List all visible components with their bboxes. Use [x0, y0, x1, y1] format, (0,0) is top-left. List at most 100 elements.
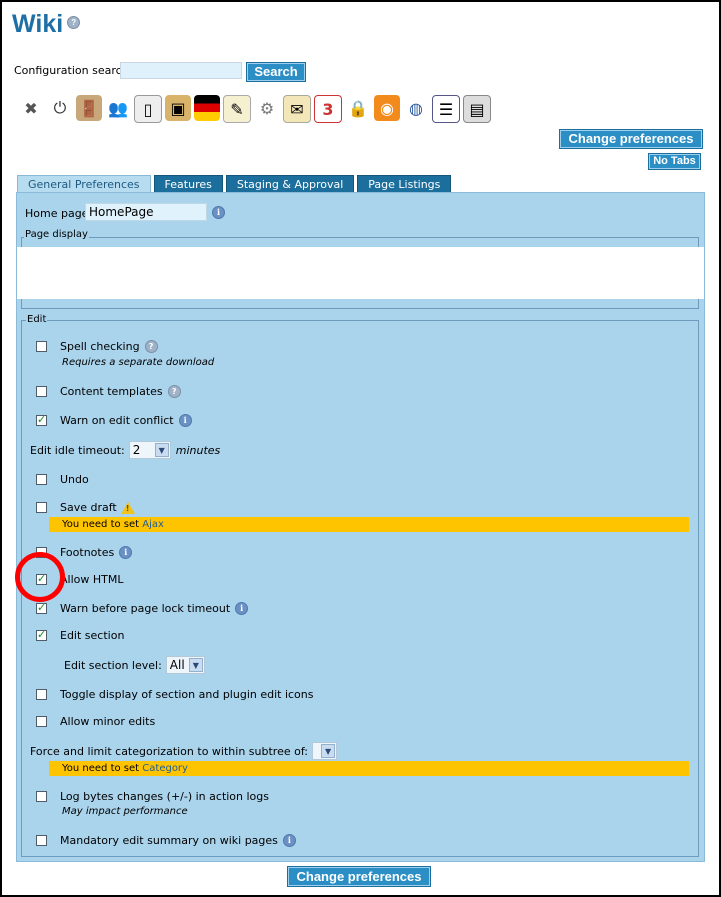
edit-idle-timeout-value: 2 — [132, 443, 141, 457]
allow-minor-label: Allow minor edits — [60, 715, 156, 728]
warn-page-lock-row: Warn before page lock timeout i — [36, 601, 249, 615]
change-preferences-button-bottom[interactable]: Change preferences — [287, 866, 431, 887]
tab-page-listings[interactable]: Page Listings — [357, 175, 452, 193]
edit-idle-timeout-unit: minutes — [175, 443, 221, 457]
spell-checking-note: Requires a separate download — [62, 357, 215, 368]
save-draft-warning-text: You need to set — [62, 519, 140, 530]
warn-page-lock-checkbox[interactable] — [36, 601, 47, 614]
category-warning-text: You need to set — [62, 763, 140, 774]
save-draft-label: Save draft — [60, 501, 117, 514]
category-link[interactable]: Category — [142, 763, 188, 774]
allow-minor-checkbox[interactable] — [36, 716, 47, 727]
tab-general-preferences[interactable]: General Preferences — [17, 175, 151, 193]
info-icon[interactable]: i — [282, 834, 296, 847]
rolodex-icon[interactable]: ▤ — [463, 95, 491, 123]
info-icon[interactable]: i — [178, 414, 192, 427]
mandatory-summary-label: Mandatory edit summary on wiki pages — [60, 834, 278, 847]
save-draft-checkbox[interactable] — [36, 502, 47, 513]
globe-icon[interactable]: ◍ — [403, 95, 429, 121]
info-icon[interactable]: i — [212, 206, 225, 219]
edit-section-level-select[interactable]: All ▼ — [165, 656, 205, 674]
home-page-label: Home page: — [25, 207, 93, 220]
page-title: Wiki? — [12, 10, 81, 39]
footnotes-checkbox[interactable] — [36, 547, 47, 558]
home-page-input[interactable]: HomePage — [85, 203, 207, 221]
notepad-icon[interactable]: ✎ — [223, 95, 251, 123]
search-button[interactable]: Search — [246, 62, 306, 82]
page-display-content — [17, 247, 704, 299]
mail-icon[interactable]: ✉ — [283, 95, 311, 123]
warn-edit-conflict-checkbox[interactable] — [36, 413, 47, 426]
content-templates-checkbox[interactable] — [36, 386, 47, 397]
edit-section-row: Edit section — [36, 628, 124, 642]
tab-features[interactable]: Features — [153, 175, 223, 193]
edit-section-level-row: Edit section level: All ▼ — [64, 656, 205, 674]
log-bytes-label: Log bytes changes (+/-) in action logs — [60, 790, 270, 803]
log-bytes-note: May impact performance — [62, 806, 188, 817]
spell-checking-checkbox[interactable] — [36, 341, 47, 352]
edit-idle-timeout-select[interactable]: 2 ▼ — [128, 441, 171, 459]
config-search-input[interactable] — [120, 62, 242, 79]
warning-icon: ! — [120, 501, 135, 514]
users-icon[interactable]: 👥 — [105, 95, 131, 121]
door-exit-icon[interactable]: 🚪 — [76, 95, 102, 121]
chevron-down-icon: ▼ — [321, 744, 336, 758]
help-icon[interactable]: ? — [67, 15, 81, 29]
tab-staging-approval[interactable]: Staging & Approval — [225, 175, 355, 193]
toggle-display-checkbox[interactable] — [36, 689, 47, 700]
page-display-legend: Page display — [24, 229, 89, 240]
warn-edit-conflict-row: Warn on edit conflict i — [36, 413, 192, 427]
allow-html-checkbox[interactable] — [36, 572, 47, 585]
toggle-display-row: Toggle display of section and plugin edi… — [36, 688, 314, 701]
edit-legend: Edit — [26, 314, 48, 325]
config-search-label: Configuration search: — [14, 64, 133, 77]
page-icon[interactable]: ▯ — [134, 95, 162, 123]
toggle-display-label: Toggle display of section and plugin edi… — [60, 688, 314, 701]
puzzle-icon[interactable]: ⚙ — [254, 95, 280, 121]
warn-edit-conflict-label: Warn on edit conflict — [60, 414, 174, 427]
general-preferences-panel: Home page: HomePage i Page display Edit … — [16, 192, 705, 862]
page-title-text: Wiki — [12, 10, 64, 38]
edit-section-checkbox[interactable] — [36, 628, 47, 641]
help-icon[interactable]: ? — [167, 385, 181, 398]
admin-toolbar: ✖ ⏻ 🚪 👥 ▯ ▣ ✎ ⚙ ✉ 3 🔒 ◉ ◍ ☰ ▤ — [18, 95, 491, 123]
log-bytes-row: Log bytes changes (+/-) in action logs — [36, 790, 269, 803]
edit-idle-timeout-row: Edit idle timeout: 2 ▼ minutes — [30, 441, 220, 459]
tab-bar: General Preferences Features Staging & A… — [17, 175, 452, 193]
allow-html-row: Allow HTML — [36, 572, 123, 586]
ajax-link[interactable]: Ajax — [142, 519, 164, 530]
warn-page-lock-label: Warn before page lock timeout — [60, 602, 231, 615]
power-icon[interactable]: ⏻ — [47, 95, 73, 121]
tools-icon[interactable]: ✖ — [18, 95, 44, 121]
change-preferences-button-top[interactable]: Change preferences — [559, 129, 703, 149]
undo-row: Undo — [36, 473, 89, 486]
image-frame-icon[interactable]: ▣ — [165, 95, 191, 121]
spell-checking-label: Spell checking — [60, 340, 140, 353]
no-tabs-button[interactable]: No Tabs — [648, 153, 701, 170]
edit-section-level-label: Edit section level: — [64, 658, 162, 672]
calendar-icon[interactable]: 3 — [314, 95, 342, 123]
undo-checkbox[interactable] — [36, 474, 47, 485]
undo-label: Undo — [60, 473, 89, 486]
mandatory-summary-checkbox[interactable] — [36, 835, 47, 846]
lock-icon[interactable]: 🔒 — [345, 95, 371, 121]
german-flag-icon[interactable] — [194, 95, 220, 121]
info-icon[interactable]: i — [235, 602, 249, 615]
chevron-down-icon: ▼ — [188, 658, 203, 672]
content-templates-label: Content templates — [60, 385, 163, 398]
help-icon[interactable]: ? — [144, 340, 158, 353]
spell-checking-row: Spell checking ? — [36, 340, 158, 353]
mandatory-summary-row: Mandatory edit summary on wiki pages i — [36, 834, 296, 847]
force-categorization-select[interactable]: ▼ — [312, 742, 338, 760]
edit-fieldset: Edit Spell checking ? Requires a separat… — [21, 314, 699, 857]
force-categorization-label: Force and limit categorization to within… — [30, 744, 309, 758]
info-icon[interactable]: i — [119, 546, 133, 559]
log-bytes-checkbox[interactable] — [36, 791, 47, 802]
edit-idle-timeout-label: Edit idle timeout: — [30, 443, 125, 457]
save-draft-warning: You need to set Ajax — [49, 517, 689, 532]
rss-icon[interactable]: ◉ — [374, 95, 400, 121]
content-templates-row: Content templates ? — [36, 385, 181, 398]
document-icon[interactable]: ☰ — [432, 95, 460, 123]
save-draft-row: Save draft ! — [36, 501, 135, 514]
category-warning: You need to set Category — [49, 761, 689, 776]
